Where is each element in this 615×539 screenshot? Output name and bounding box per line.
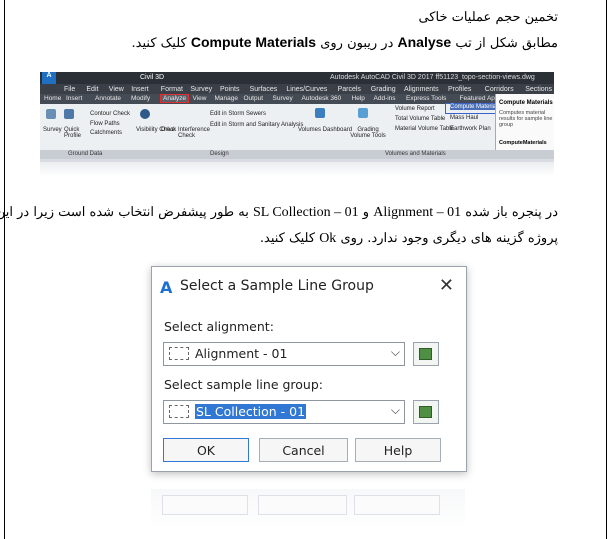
autocad-logo-icon: A — [160, 278, 173, 297]
ok-button[interactable]: OK — [163, 438, 249, 462]
panel-ground-data[interactable]: Ground Data — [68, 151, 102, 157]
menu-item[interactable]: Alignments — [404, 86, 439, 93]
quick-profile-button[interactable]: Quick Profile — [64, 127, 82, 139]
menu-item[interactable]: Format — [161, 86, 183, 93]
page-border-right — [606, 0, 607, 539]
ribbon-tab[interactable]: Help — [352, 95, 365, 102]
ribbon-tab[interactable]: Annotate — [95, 95, 121, 102]
cancel-button-reflection — [258, 495, 347, 515]
edit-storm-sewers-button[interactable]: Edit in Storm Sewers — [210, 111, 266, 117]
survey-icon — [46, 109, 56, 119]
chevron-down-icon[interactable]: ⌵ — [391, 345, 400, 360]
ribbon-tab[interactable]: Survey — [273, 95, 293, 102]
alignment-select[interactable]: Alignment - 01 ⌵ — [163, 342, 405, 366]
edit-storm-sanitary-button[interactable]: Edit in Storm and Sanitary Analysis — [210, 122, 303, 128]
cancel-button[interactable]: Cancel — [259, 438, 348, 462]
ribbon-reflection — [40, 162, 554, 176]
menu-item[interactable]: Points — [220, 86, 239, 93]
dialog-reflection — [151, 489, 465, 529]
pick-from-drawing-icon — [419, 406, 432, 418]
total-volume-table-button[interactable]: Total Volume Table — [395, 116, 445, 122]
drive-button[interactable]: Drive — [161, 127, 175, 133]
ribbon-tab[interactable]: Manage — [215, 95, 239, 102]
dialog-title-bar: A Select a Sample Line Group — [160, 278, 374, 297]
catchments-button[interactable]: Catchments — [90, 130, 122, 136]
volumes-dashboard-icon — [315, 108, 325, 118]
close-icon[interactable]: ✕ — [439, 275, 454, 296]
window-title: Autodesk AutoCAD Civil 3D 2017 ff51123_t… — [330, 74, 535, 81]
alignment-value: Alignment - 01 — [195, 346, 288, 361]
alignment-label: Select alignment: — [164, 319, 274, 334]
ribbon-title-bar: A Civil 3D Autodesk AutoCAD Civil 3D 201… — [40, 72, 554, 84]
menu-item[interactable]: Sections — [525, 86, 552, 93]
material-volume-table-button[interactable]: Material Volume Table — [395, 126, 454, 132]
menu-item[interactable]: Insert — [131, 86, 149, 93]
visibility-check-icon — [140, 109, 150, 119]
earthwork-plan-button[interactable]: Earthwork Plan — [450, 126, 491, 132]
alignment-icon — [169, 347, 189, 360]
heading: تخمین حجم عملیات خاکی — [418, 10, 558, 25]
ribbon-tab[interactable]: Analyze — [160, 94, 190, 103]
instruction-1: مطابق شکل از تب Analyse در ریبون روی Com… — [131, 34, 558, 51]
chevron-down-icon[interactable]: ⌵ — [391, 403, 400, 418]
menu-item[interactable]: Corridors — [485, 86, 514, 93]
menu-item[interactable]: Grading — [371, 86, 396, 93]
tooltip-title: Compute Materials — [499, 100, 553, 106]
ribbon-tab[interactable]: Home — [44, 95, 61, 102]
help-button[interactable]: Help — [355, 438, 441, 462]
page-border-left — [4, 0, 5, 539]
ribbon-tab[interactable]: Autodesk 360 — [302, 95, 342, 102]
flow-paths-button[interactable]: Flow Paths — [90, 121, 120, 127]
ribbon-tab[interactable]: Express Tools — [406, 95, 446, 102]
survey-button[interactable]: Survey — [43, 127, 62, 133]
help-button-reflection — [354, 495, 440, 515]
ribbon-body: Home Insert Annotate Modify Analyze View Manag… — [40, 94, 554, 150]
menu-item[interactable]: Edit — [86, 86, 98, 93]
tooltip-text: Computes material results for sample lin… — [499, 110, 553, 128]
tooltip-footer: ComputeMaterials — [499, 140, 547, 146]
sample-line-group-select[interactable]: SL Collection - 01 ⌵ — [163, 400, 405, 424]
ribbon-panel-bar: Ground Data Design Volumes and Materials — [40, 150, 554, 159]
quick-profile-icon — [64, 109, 74, 119]
autocad-logo-icon: A — [42, 72, 56, 84]
menu-item[interactable]: Survey — [190, 86, 212, 93]
menu-item[interactable]: Surfaces — [250, 86, 278, 93]
ribbon-tab[interactable]: Modify — [131, 95, 150, 102]
dialog-title: Select a Sample Line Group — [180, 278, 374, 294]
grading-volume-tools-button[interactable]: Grading Volume Tools — [348, 127, 388, 139]
contour-check-button[interactable]: Contour Check — [90, 111, 130, 117]
grading-volume-tools-icon — [358, 108, 368, 118]
ribbon-tab[interactable]: View — [193, 95, 207, 102]
sample-line-group-label: Select sample line group: — [164, 377, 324, 392]
sample-line-group-icon — [169, 405, 189, 418]
pick-from-drawing-icon — [419, 348, 432, 360]
instruction-2-line-2: پروژه گزینه های دیگری وجود ندارد. روی Ok… — [259, 231, 558, 246]
ribbon-tab[interactable]: Insert — [66, 95, 82, 102]
instruction-2-line-1: در پنجره باز شده Alignment – 01 و SL Col… — [0, 205, 558, 220]
menu-item[interactable]: Profiles — [448, 86, 471, 93]
select-sample-line-group-dialog: A Select a Sample Line Group ✕ Select al… — [151, 266, 467, 472]
menu-item[interactable]: Parcels — [338, 86, 361, 93]
panel-design[interactable]: Design — [210, 151, 229, 157]
menu-item[interactable]: File — [64, 86, 75, 93]
interference-check-button[interactable]: Interference Check — [178, 127, 210, 139]
sample-line-group-value: SL Collection - 01 — [195, 404, 307, 419]
pick-sample-line-group-button[interactable] — [413, 400, 439, 424]
panel-volumes-materials[interactable]: Volumes and Materials — [385, 151, 446, 157]
mass-haul-button[interactable]: Mass Haul — [450, 115, 478, 121]
ribbon-tab[interactable]: Output — [244, 95, 264, 102]
pick-alignment-button[interactable] — [413, 342, 439, 366]
workspace-name[interactable]: Civil 3D — [140, 74, 164, 81]
compute-materials-button[interactable]: Compute Materials — [450, 104, 501, 110]
volumes-dashboard-button[interactable]: Volumes Dashboard — [298, 127, 352, 133]
volume-report-button[interactable]: Volume Report — [395, 106, 435, 112]
menu-item[interactable]: View — [109, 86, 124, 93]
ribbon-screenshot: A Civil 3D Autodesk AutoCAD Civil 3D 201… — [40, 72, 554, 162]
compute-materials-tooltip: Compute Materials Computes material resu… — [495, 94, 554, 150]
ok-button-reflection — [162, 495, 248, 515]
menu-item[interactable]: Lines/Curves — [286, 86, 327, 93]
ribbon-tab[interactable]: Add-ins — [374, 95, 396, 102]
